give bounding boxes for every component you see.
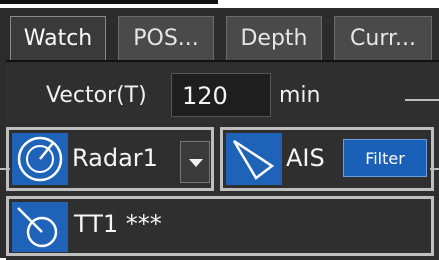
tab-pos[interactable]: POS... [118, 16, 214, 60]
ais-target-icon [232, 139, 275, 180]
ais-label: AIS [286, 144, 325, 172]
ais-select-button[interactable] [226, 133, 282, 185]
tt-group [6, 196, 434, 256]
tab-watch-label: Watch [23, 26, 93, 51]
tab-depth[interactable]: Depth [226, 16, 322, 60]
radar-icon [17, 136, 63, 182]
radar-label: Radar1 [72, 144, 158, 172]
chevron-down-icon [189, 159, 203, 167]
ais-filter-label: Filter [365, 149, 405, 168]
tt-select-button[interactable] [12, 202, 68, 252]
vector-unit-label: min [279, 83, 321, 108]
vector-value: 120 [182, 82, 228, 110]
tab-pos-label: POS... [133, 26, 199, 51]
top-divider [0, 0, 218, 4]
tab-curr[interactable]: Curr... [334, 16, 432, 60]
tab-curr-label: Curr... [350, 26, 416, 51]
radar-dropdown[interactable] [180, 141, 210, 183]
vector-label: Vector(T) [46, 83, 147, 108]
leader-line [405, 99, 439, 101]
ais-filter-button[interactable]: Filter [343, 139, 427, 177]
tab-depth-label: Depth [240, 26, 308, 51]
vector-time-input[interactable]: 120 [171, 73, 271, 117]
tracked-target-icon [17, 207, 58, 248]
radar-select-button[interactable] [12, 133, 68, 185]
tt-label: TT1 *** [74, 210, 162, 238]
tab-watch[interactable]: Watch [10, 16, 106, 60]
